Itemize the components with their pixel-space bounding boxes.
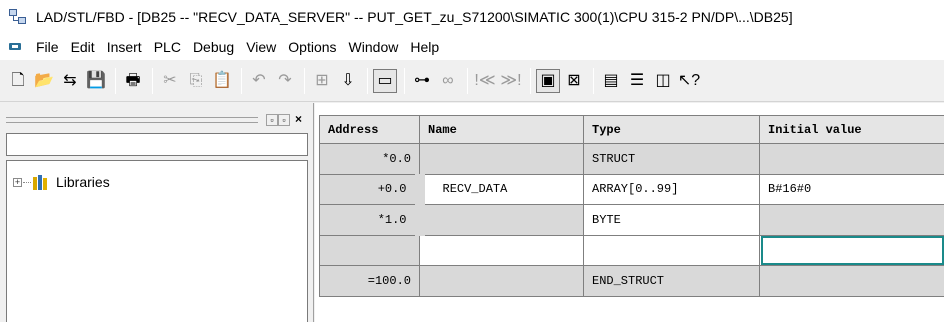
toolbar-separator	[152, 67, 153, 94]
paste-icon[interactable]: 📋	[210, 69, 234, 93]
toolbar-separator	[467, 67, 468, 94]
menu-view[interactable]: View	[240, 39, 282, 55]
toolbar-separator	[304, 67, 305, 94]
table-row[interactable]: +0.0 RECV_DATA ARRAY[0..99] B#16#0	[319, 173, 944, 206]
declaration-table: Address Name Type Initial value *0.0 STR…	[319, 115, 944, 297]
cell-name[interactable]	[419, 234, 584, 267]
column-header-initial-value[interactable]: Initial value	[759, 115, 944, 144]
menu-bar: File Edit Insert PLC Debug View Options …	[0, 34, 944, 60]
cut-icon[interactable]: ✂	[158, 69, 182, 93]
column-header-address[interactable]: Address	[319, 115, 420, 144]
cell-initial-value[interactable]	[759, 265, 944, 297]
overview-icon[interactable]: ▭	[373, 68, 397, 93]
menu-window[interactable]: Window	[343, 39, 405, 55]
toolbar-separator	[530, 67, 531, 94]
glasses-icon[interactable]: ∞	[436, 69, 460, 93]
details-icon[interactable]: ☰	[625, 69, 649, 93]
panel-close-icon[interactable]: ×	[292, 113, 305, 126]
new-icon[interactable]: 🗋	[6, 69, 30, 93]
next-network-icon[interactable]: ≫!	[499, 69, 523, 93]
network-icon[interactable]: ⊶	[410, 69, 434, 93]
panel-selection-box[interactable]	[6, 133, 308, 156]
print-icon[interactable]: 🖶	[121, 69, 145, 93]
tree-expand-icon[interactable]: +	[13, 177, 22, 187]
cell-address[interactable]	[319, 234, 420, 267]
lad-stl-fbd-app-icon[interactable]	[8, 7, 28, 27]
prev-network-icon[interactable]: !≪	[473, 69, 497, 93]
title-bar: LAD/STL/FBD - [DB25 -- "RECV_DATA_SERVER…	[0, 0, 944, 34]
cell-type[interactable]: STRUCT	[583, 143, 760, 175]
toolbar-separator	[241, 67, 242, 94]
library-tree[interactable]: + Libraries	[6, 160, 308, 322]
help-icon[interactable]: ↖?	[677, 69, 701, 93]
cell-address[interactable]: *0.0	[319, 143, 420, 175]
cell-initial-value[interactable]: B#16#0	[759, 173, 944, 206]
menu-file[interactable]: File	[30, 39, 65, 55]
table-header-row: Address Name Type Initial value	[319, 115, 944, 144]
columns-icon[interactable]: ◫	[651, 69, 675, 93]
menu-options[interactable]: Options	[282, 39, 342, 55]
cell-name[interactable]	[419, 143, 584, 175]
panel-maximize-icon[interactable]: ▫	[278, 114, 290, 126]
cell-type[interactable]: BYTE	[583, 204, 760, 236]
panel-restore-icon[interactable]: ▫	[266, 114, 278, 126]
menu-help[interactable]: Help	[404, 39, 445, 55]
cell-address[interactable]: *1.0	[319, 204, 420, 236]
cell-initial-value[interactable]	[759, 143, 944, 175]
toolbar-separator	[115, 67, 116, 94]
menu-debug[interactable]: Debug	[187, 39, 240, 55]
cell-address[interactable]: =100.0	[319, 265, 420, 297]
menu-insert[interactable]: Insert	[101, 39, 148, 55]
libraries-icon	[33, 174, 51, 190]
undo-icon[interactable]: ↶	[247, 69, 271, 93]
cell-initial-value-selected[interactable]	[759, 234, 944, 267]
window-title: LAD/STL/FBD - [DB25 -- "RECV_DATA_SERVER…	[36, 9, 793, 25]
column-header-type[interactable]: Type	[583, 115, 760, 144]
fbd-icon[interactable]: ⊞	[310, 69, 334, 93]
program-elements-panel: ▫ ▫ × + Libraries	[0, 103, 314, 322]
save-icon[interactable]: 💾	[84, 69, 108, 93]
download-icon[interactable]: ⇩	[336, 69, 360, 93]
menu-plc[interactable]: PLC	[148, 39, 187, 55]
toolbar-separator	[367, 67, 368, 94]
tree-item-label: Libraries	[56, 174, 110, 190]
cell-type[interactable]	[583, 234, 760, 267]
cell-type[interactable]: END_STRUCT	[583, 265, 760, 297]
tree-connector	[23, 181, 31, 183]
cell-name[interactable]: RECV_DATA	[414, 173, 584, 206]
document-window-icon[interactable]	[8, 41, 22, 53]
accessible-nodes-icon[interactable]: ⇆	[58, 69, 82, 93]
panel-grip[interactable]	[6, 117, 258, 123]
toolbar-separator	[593, 67, 594, 94]
cell-name[interactable]	[419, 265, 584, 297]
table-row[interactable]: *1.0 BYTE	[319, 204, 944, 236]
cell-type[interactable]: ARRAY[0..99]	[583, 173, 760, 206]
monitor-icon[interactable]: ⊠	[562, 69, 586, 93]
open-icon[interactable]: 📂	[32, 69, 56, 93]
window-icon[interactable]: ▣	[536, 68, 560, 93]
cell-address[interactable]: +0.0	[319, 173, 420, 206]
tree-item-libraries[interactable]: + Libraries	[13, 173, 110, 191]
column-header-name[interactable]: Name	[419, 115, 584, 144]
toolbar-separator	[404, 67, 405, 94]
copy-icon[interactable]: ⎘	[184, 69, 208, 93]
cell-initial-value[interactable]	[759, 204, 944, 236]
menu-edit[interactable]: Edit	[65, 39, 101, 55]
toolbar: 🗋 📂 ⇆ 💾 🖶 ✂ ⎘ 📋 ↶ ↷ ⊞ ⇩ ▭ ⊶ ∞ !≪ ≫! ▣ ⊠ …	[0, 60, 944, 102]
cell-name[interactable]	[414, 204, 584, 236]
redo-icon[interactable]: ↷	[273, 69, 297, 93]
declaration-icon[interactable]: ▤	[599, 69, 623, 93]
panel-header: ▫ ▫ ×	[6, 111, 304, 133]
table-row[interactable]: *0.0 STRUCT	[319, 143, 944, 175]
table-row[interactable]: =100.0 END_STRUCT	[319, 265, 944, 297]
table-row[interactable]	[319, 234, 944, 267]
declaration-table-panel: Address Name Type Initial value *0.0 STR…	[315, 103, 944, 322]
